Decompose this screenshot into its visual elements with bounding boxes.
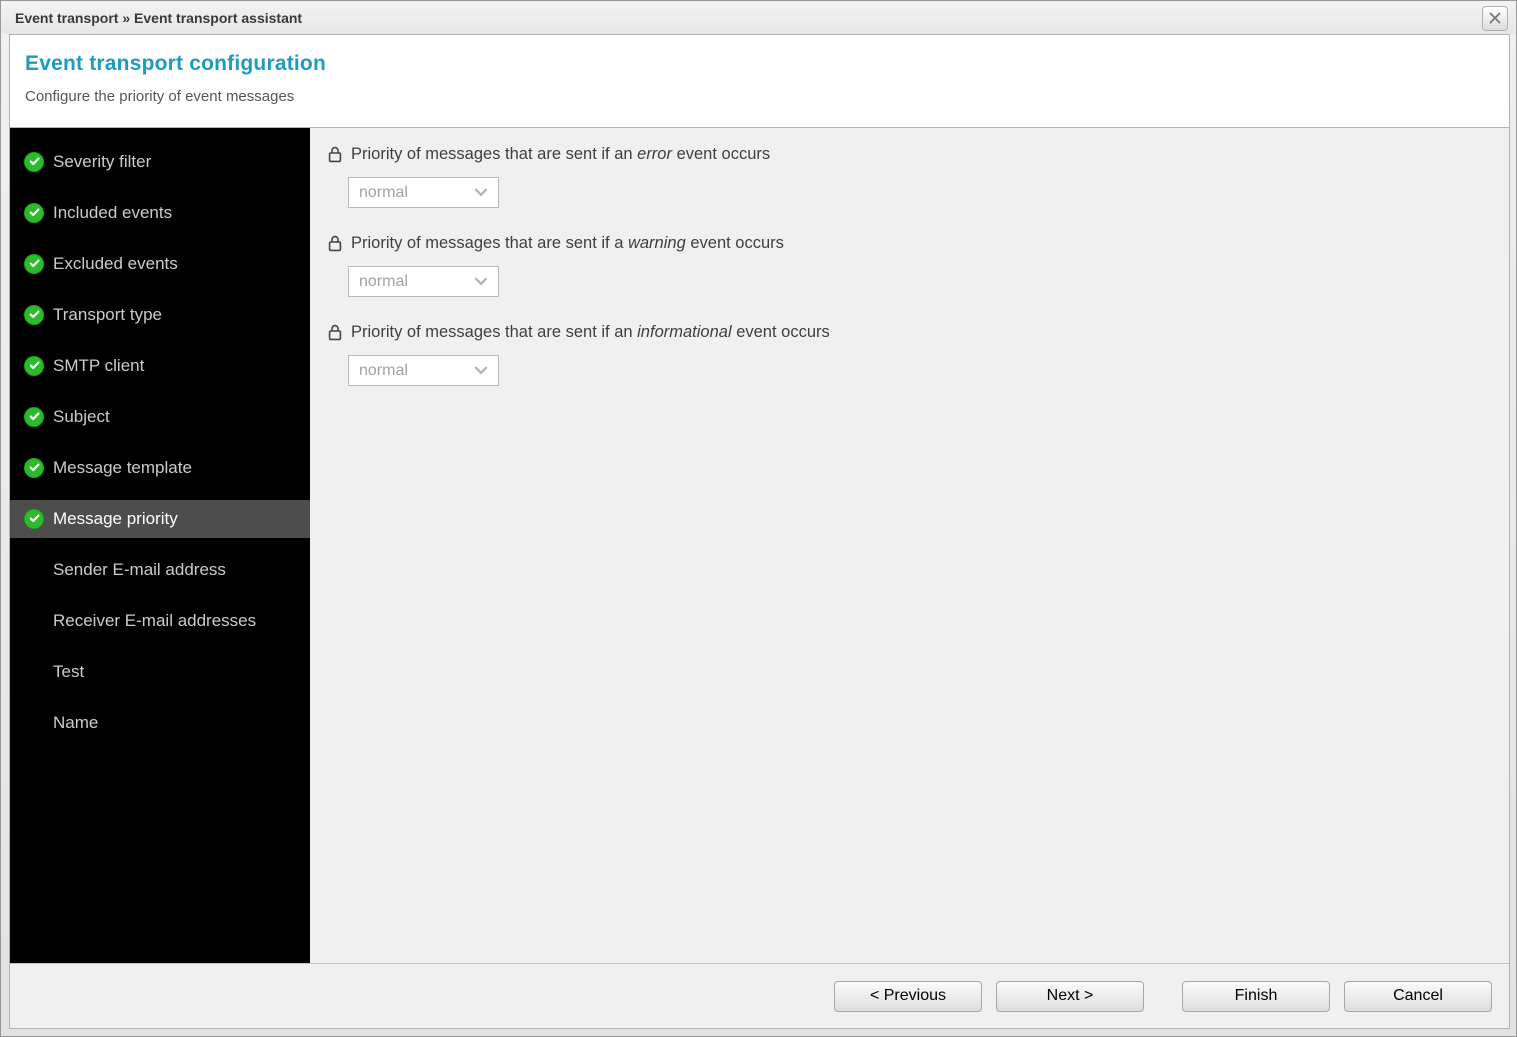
sidebar-item-excluded-events[interactable]: Excluded events	[10, 238, 310, 289]
label-emphasis: error	[637, 145, 672, 163]
sidebar-item-label: SMTP client	[53, 355, 145, 375]
wizard-header: Event transport configuration Configure …	[10, 35, 1509, 128]
sidebar-item-name[interactable]: Name	[10, 697, 310, 748]
sidebar-item-label: Excluded events	[53, 253, 178, 273]
field-label-text: Priority of messages that are sent if an…	[351, 145, 770, 164]
sidebar-item-subject[interactable]: Subject	[10, 391, 310, 442]
sidebar-item-label: Severity filter	[53, 151, 152, 171]
field-label: Priority of messages that are sent if an…	[328, 145, 1509, 164]
select-value: normal	[359, 361, 408, 379]
label-part: event occurs	[685, 234, 784, 252]
wizard-footer: < Previous Next > Finish Cancel	[10, 963, 1509, 1028]
sidebar-item-receiver-email-addresses[interactable]: Receiver E-mail addresses	[10, 595, 310, 646]
sidebar-item-label: Receiver E-mail addresses	[53, 610, 257, 630]
sidebar-item-label: Transport type	[53, 304, 162, 324]
error-priority-select[interactable]: normal	[348, 177, 499, 208]
select-value: normal	[359, 183, 408, 201]
sidebar-item-transport-type[interactable]: Transport type	[10, 289, 310, 340]
previous-button[interactable]: < Previous	[834, 980, 982, 1012]
sidebar-item-label: Message template	[53, 457, 192, 477]
lock-icon	[328, 235, 342, 252]
lock-icon	[328, 324, 342, 341]
field-label-text: Priority of messages that are sent if an…	[351, 323, 830, 342]
label-emphasis: warning	[627, 234, 686, 252]
sidebar-item-label: Name	[53, 712, 99, 732]
check-icon	[24, 253, 44, 274]
informational-priority-select[interactable]: normal	[348, 355, 499, 386]
sidebar-item-smtp-client[interactable]: SMTP client	[10, 340, 310, 391]
assistant-window: Event transport » Event transport assist…	[0, 0, 1517, 1037]
select-value: normal	[359, 272, 408, 290]
sidebar-item-label: Message priority	[53, 508, 178, 528]
label-part: event occurs	[671, 145, 771, 163]
check-icon	[24, 355, 44, 376]
wizard-panel: Event transport configuration Configure …	[9, 34, 1510, 1029]
sidebar-item-message-template[interactable]: Message template	[10, 442, 310, 493]
chevron-down-icon	[474, 188, 488, 197]
priority-field-error: Priority of messages that are sent if an…	[328, 145, 1509, 208]
label-part: event occurs	[731, 323, 830, 341]
sidebar-item-label: Included events	[53, 202, 173, 222]
field-label: Priority of messages that are sent if a …	[328, 234, 1509, 253]
sidebar-item-label: Test	[53, 661, 85, 681]
label-part: Priority of messages that are sent if an	[351, 145, 638, 163]
cancel-button[interactable]: Cancel	[1344, 980, 1492, 1012]
sidebar-item-included-events[interactable]: Included events	[10, 187, 310, 238]
field-label-text: Priority of messages that are sent if a …	[351, 234, 784, 253]
page-title: Event transport configuration	[25, 52, 326, 75]
label-part: Priority of messages that are sent if an	[351, 323, 638, 341]
check-icon	[24, 304, 44, 325]
priority-field-warning: Priority of messages that are sent if a …	[328, 234, 1509, 297]
lock-icon	[328, 146, 342, 163]
finish-button[interactable]: Finish	[1182, 980, 1330, 1012]
chevron-down-icon	[474, 277, 488, 286]
warning-priority-select[interactable]: normal	[348, 266, 499, 297]
label-emphasis: informational	[637, 323, 732, 341]
sidebar-item-severity-filter[interactable]: Severity filter	[10, 136, 310, 187]
sidebar-item-message-priority[interactable]: Message priority	[10, 499, 310, 538]
check-icon	[24, 508, 44, 529]
chevron-down-icon	[474, 366, 488, 375]
next-button[interactable]: Next >	[996, 980, 1144, 1012]
sidebar-item-sender-email-address[interactable]: Sender E-mail address	[10, 544, 310, 595]
check-icon	[24, 406, 44, 427]
sidebar-item-test[interactable]: Test	[10, 646, 310, 697]
page-subtitle: Configure the priority of event messages	[25, 88, 295, 105]
check-icon	[24, 151, 44, 172]
close-icon	[1488, 11, 1502, 25]
message-priority-form: Priority of messages that are sent if an…	[310, 128, 1509, 963]
priority-field-informational: Priority of messages that are sent if an…	[328, 323, 1509, 386]
titlebar: Event transport » Event transport assist…	[2, 2, 1515, 34]
sidebar-item-label: Sender E-mail address	[53, 559, 226, 579]
field-label: Priority of messages that are sent if an…	[328, 323, 1509, 342]
sidebar-item-label: Subject	[53, 406, 110, 426]
check-icon	[24, 457, 44, 478]
check-icon	[24, 202, 44, 223]
wizard-body: Severity filter Included events Excluded…	[10, 128, 1509, 963]
step-sidebar: Severity filter Included events Excluded…	[10, 128, 310, 963]
close-button[interactable]	[1482, 5, 1508, 31]
window-title: Event transport » Event transport assist…	[15, 10, 303, 26]
label-part: Priority of messages that are sent if a	[351, 234, 628, 252]
